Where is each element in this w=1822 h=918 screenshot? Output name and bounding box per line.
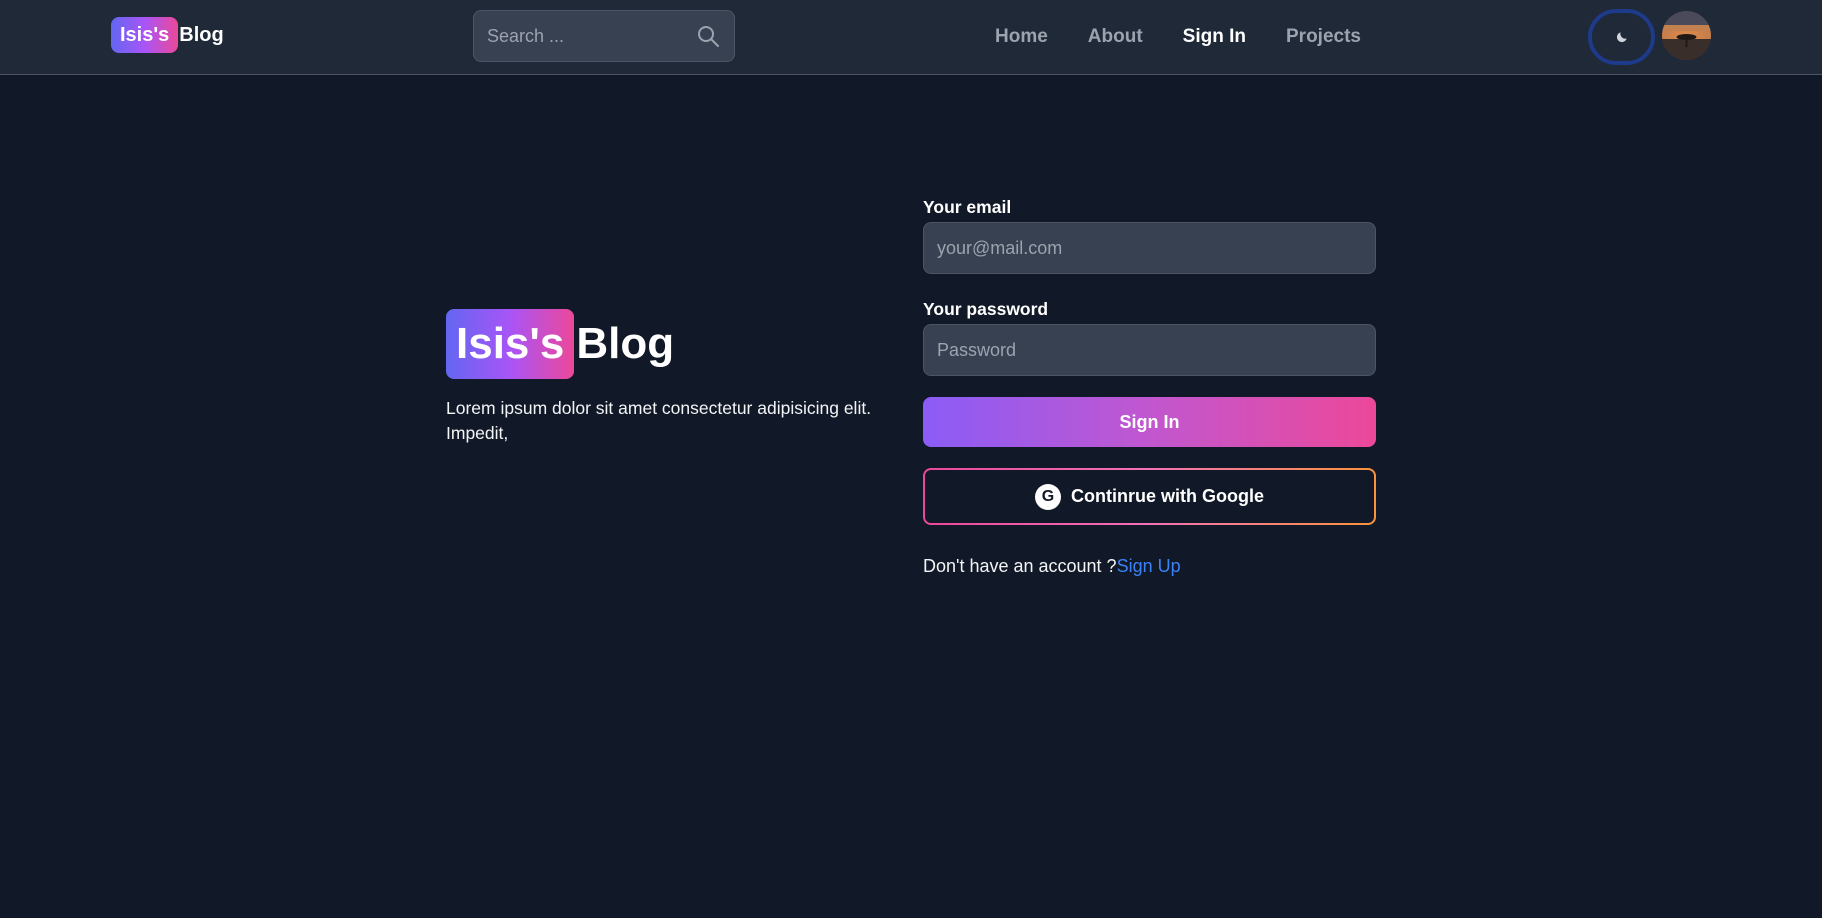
email-label: Your email xyxy=(923,197,1012,217)
google-icon: G xyxy=(1035,483,1061,510)
user-avatar[interactable] xyxy=(1662,11,1711,60)
sign-in-form: Your email Your password Sign In G Conti… xyxy=(923,196,1376,578)
signup-prompt-row: Don't have an account ?Sign Up xyxy=(923,554,1376,578)
nav-link-projects[interactable]: Projects xyxy=(1286,24,1361,50)
search-box xyxy=(473,10,735,62)
google-button-label: Continrue with Google xyxy=(1071,486,1264,506)
password-label: Your password xyxy=(923,299,1049,319)
hero-description: Lorem ipsum dolor sit amet consectetur a… xyxy=(446,398,872,443)
avatar-image xyxy=(1662,11,1711,60)
hero-logo: Isis's Blog xyxy=(446,309,674,379)
hero-logo-badge: Isis's xyxy=(446,309,575,379)
logo-text: Blog xyxy=(179,24,224,46)
sign-up-link[interactable]: Sign Up xyxy=(1117,556,1181,576)
logo-badge: Isis's xyxy=(111,17,179,53)
password-field[interactable] xyxy=(923,324,1376,376)
email-field[interactable] xyxy=(923,222,1376,274)
google-button-content: G Continrue with Google xyxy=(925,470,1374,523)
nav-link-sign-in[interactable]: Sign In xyxy=(1183,24,1246,50)
sign-in-button[interactable]: Sign In xyxy=(923,397,1376,447)
moon-icon xyxy=(1616,32,1627,43)
hero-logo-text: Blog xyxy=(576,319,675,368)
search-input[interactable] xyxy=(474,11,694,61)
main-nav: Home About Sign In Projects xyxy=(995,24,1361,50)
site-logo[interactable]: Isis's Blog xyxy=(111,17,224,53)
search-icon[interactable] xyxy=(696,24,720,48)
top-navbar: Isis's Blog Home About Sign In Projects xyxy=(0,0,1822,75)
nav-link-about[interactable]: About xyxy=(1088,24,1143,50)
google-sign-in-button[interactable]: G Continrue with Google xyxy=(923,468,1376,525)
nav-link-home[interactable]: Home xyxy=(995,24,1048,50)
theme-toggle-button[interactable] xyxy=(1588,9,1655,65)
signup-prompt-text: Don't have an account ? xyxy=(923,556,1117,576)
